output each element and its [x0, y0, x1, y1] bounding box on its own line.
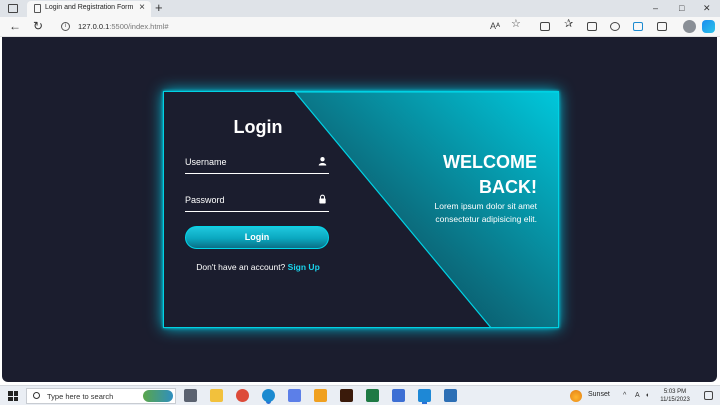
clock-time: 5:03 PM	[663, 389, 687, 395]
url-path: :5500/index.html#	[109, 22, 169, 31]
welcome-line-1: WELCOME	[443, 152, 537, 172]
close-window-button[interactable]: ✕	[703, 2, 711, 14]
username-field[interactable]: Username	[185, 152, 329, 174]
search-placeholder: Type here to search	[47, 392, 114, 401]
reload-button[interactable]: ↻	[33, 19, 43, 34]
ime-icon[interactable]: A	[635, 391, 640, 400]
tab-title: Login and Registration Form	[45, 4, 134, 11]
password-label: Password	[185, 195, 225, 205]
taskbar: Type here to search Sunset ^ A ◖ 5:03 PM…	[0, 385, 720, 405]
collections-icon[interactable]	[587, 22, 597, 31]
clock-date: 11/15/2023	[660, 397, 690, 403]
chrome-taskbar-icon[interactable]	[236, 389, 249, 402]
url-field[interactable]: i 127.0.0.1:5500/index.html#	[56, 19, 536, 34]
weather-icon[interactable]	[570, 390, 582, 402]
back-button[interactable]: ←	[9, 19, 21, 34]
favorites-icon[interactable]: ✰	[564, 19, 573, 30]
minimize-button[interactable]: –	[653, 2, 658, 14]
page-icon	[34, 4, 41, 13]
taskbar-search-box[interactable]: Type here to search	[26, 388, 176, 404]
notification-icon[interactable]	[704, 391, 713, 400]
welcome-text: Lorem ipsum dolor sit amet consectetur a…	[434, 201, 537, 224]
browser-address-bar: ← ↻ i 127.0.0.1:5500/index.html# Aᴬ ☆ ✰	[0, 17, 720, 37]
office-taskbar-icon[interactable]	[314, 389, 327, 402]
weather-text[interactable]: Sunset	[588, 391, 610, 398]
profile-avatar[interactable]	[683, 20, 696, 33]
close-tab-icon[interactable]: ×	[139, 2, 145, 14]
browser-essentials-icon[interactable]	[610, 22, 620, 31]
other-app-taskbar-icon[interactable]	[444, 389, 457, 402]
login-button[interactable]: Login	[185, 226, 329, 249]
login-card: Login Username Password Login Don't have…	[163, 91, 559, 328]
read-aloud-icon[interactable]: Aᴬ	[490, 21, 500, 32]
browser-viewport: Login Username Password Login Don't have…	[0, 37, 720, 385]
store-taskbar-icon[interactable]	[288, 389, 301, 402]
system-clock[interactable]: 5:03 PM 11/15/2023	[655, 388, 695, 404]
copilot-icon[interactable]	[702, 20, 715, 33]
windows-start-icon[interactable]	[8, 391, 18, 401]
signup-prompt-text: Don't have an account?	[196, 262, 286, 272]
file-explorer-taskbar-icon[interactable]	[210, 389, 223, 402]
new-tab-button[interactable]: +	[155, 0, 163, 16]
excel-taskbar-icon[interactable]	[366, 389, 379, 402]
speaker-icon[interactable]: ◖	[645, 391, 649, 400]
edge-taskbar-icon[interactable]	[262, 389, 275, 402]
illustrator-taskbar-icon[interactable]	[340, 389, 353, 402]
chevron-up-icon[interactable]: ^	[623, 391, 626, 400]
search-highlight-image	[143, 390, 173, 402]
workspaces-icon[interactable]	[657, 22, 667, 31]
browser-tab-strip: Login and Registration Form × + – □ ✕	[0, 0, 720, 17]
password-field[interactable]: Password	[185, 190, 329, 212]
tab-actions-icon[interactable]	[8, 4, 18, 13]
extensions-icon[interactable]	[633, 22, 643, 31]
lock-icon	[319, 194, 326, 204]
info-icon[interactable]: i	[61, 22, 70, 31]
user-icon	[318, 157, 327, 166]
username-label: Username	[185, 157, 227, 167]
signup-prompt: Don't have an account? Sign Up	[164, 262, 352, 272]
welcome-line-2: BACK!	[479, 177, 537, 197]
vscode-taskbar-icon[interactable]	[418, 389, 431, 402]
maximize-button[interactable]: □	[679, 2, 684, 14]
split-screen-icon[interactable]	[540, 22, 550, 31]
search-icon	[33, 392, 40, 399]
welcome-heading: WELCOME BACK!	[443, 150, 537, 200]
signup-link[interactable]: Sign Up	[288, 262, 320, 272]
browser-tab[interactable]: Login and Registration Form ×	[27, 1, 151, 17]
login-title: Login	[233, 117, 283, 137]
task-view-taskbar-icon[interactable]	[184, 389, 197, 402]
notepad-taskbar-icon[interactable]	[392, 389, 405, 402]
url-text: 127.0.0.1:5500/index.html#	[78, 22, 169, 31]
url-host: 127.0.0.1	[78, 22, 110, 31]
favorite-star-icon[interactable]: ☆	[511, 19, 521, 30]
page-background: Login Username Password Login Don't have…	[2, 37, 717, 382]
